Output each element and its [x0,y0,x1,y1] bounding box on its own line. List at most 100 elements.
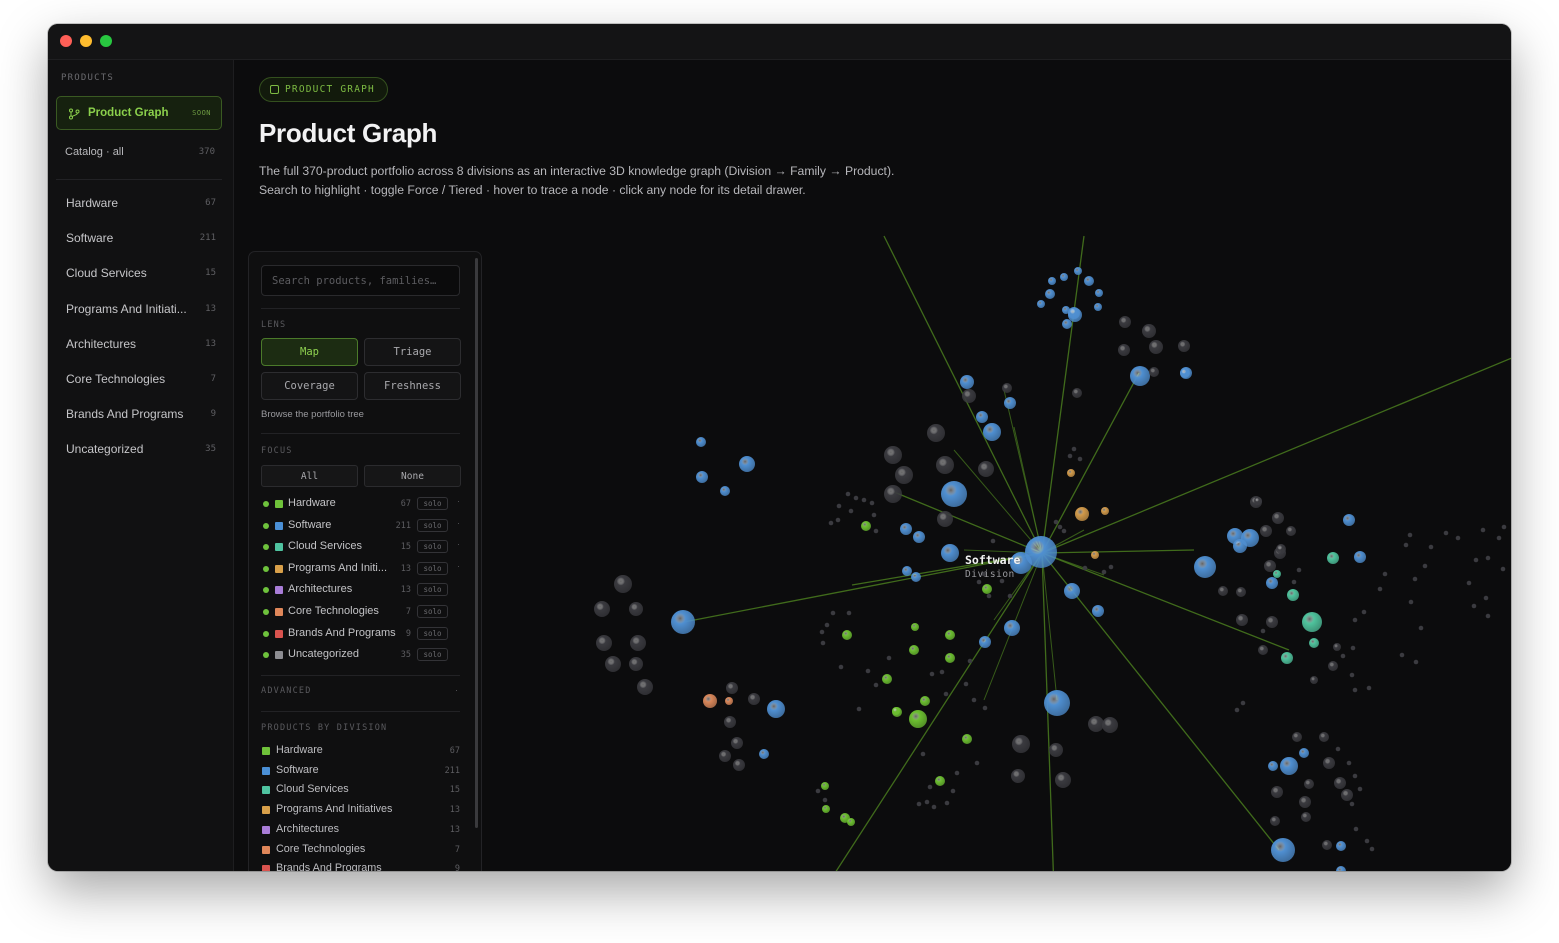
graph-leaf-node[interactable] [1496,535,1502,541]
graph-node[interactable] [1260,525,1272,537]
sidebar-item[interactable]: Hardware 67 [66,196,216,210]
graph-node[interactable] [1194,556,1216,578]
minimize-window-button[interactable] [80,35,92,47]
graph-node[interactable] [1264,560,1276,572]
graph-leaf-node[interactable] [1500,566,1506,572]
graph-node[interactable] [1281,652,1293,664]
focus-all-button[interactable]: All [261,465,358,487]
graph-leaf-node[interactable] [1101,569,1107,575]
graph-leaf-node[interactable] [950,788,956,794]
focus-row[interactable]: Software 211 solo · [261,517,461,535]
graph-leaf-node[interactable] [828,520,834,526]
graph-leaf-node[interactable] [939,669,945,675]
sidebar-item[interactable]: Architectures 13 [66,337,216,351]
graph-node[interactable] [1236,587,1246,597]
graph-leaf-node[interactable] [853,495,859,501]
graph-node[interactable] [1002,383,1012,393]
graph-node[interactable] [1178,340,1190,352]
graph-node[interactable] [1142,324,1156,338]
graph-node[interactable] [1334,777,1346,789]
graph-node[interactable] [1004,620,1020,636]
graph-node[interactable] [1060,273,1068,281]
graph-leaf-node[interactable] [1382,571,1388,577]
solo-button[interactable]: solo [417,497,448,510]
graph-leaf-node[interactable] [1366,685,1372,691]
solo-button[interactable]: solo [417,605,448,618]
graph-node[interactable] [941,544,959,562]
graph-leaf-node[interactable] [869,500,875,506]
graph-node[interactable] [1012,735,1030,753]
graph-leaf-node[interactable] [1422,563,1428,569]
graph-node[interactable] [976,411,988,423]
graph-leaf-node[interactable] [1071,446,1077,452]
lens-button[interactable]: Freshness [364,372,461,400]
graph-leaf-node[interactable] [815,788,821,794]
graph-node[interactable] [724,716,736,728]
graph-leaf-node[interactable] [986,593,992,599]
graph-node[interactable] [982,584,992,594]
sidebar-item[interactable]: Brands And Programs 9 [66,407,216,421]
graph-node[interactable] [909,645,919,655]
graph-leaf-node[interactable] [1057,524,1063,530]
graph-leaf-node[interactable] [1443,530,1449,536]
graph-leaf-node[interactable] [822,797,828,803]
graph-node[interactable] [1287,589,1299,601]
graph-node[interactable] [1233,539,1247,553]
graph-node[interactable] [1037,300,1045,308]
expand-chevron-icon[interactable]: · [457,518,460,528]
focus-row[interactable]: Cloud Services 15 solo · [261,538,461,556]
solo-button[interactable]: solo [417,583,448,597]
graph-node[interactable] [1118,344,1130,356]
graph-node[interactable] [630,635,646,651]
focus-row[interactable]: Uncategorized 35 solo [261,646,461,664]
graph-node[interactable] [911,623,919,631]
graph-leaf-node[interactable] [1108,564,1114,570]
graph-node[interactable] [937,511,953,527]
graph-leaf-node[interactable] [1408,599,1414,605]
lens-button[interactable]: Coverage [261,372,358,400]
lens-button[interactable]: Triage [364,338,461,366]
graph-node[interactable] [884,446,902,464]
graph-leaf-node[interactable] [1260,628,1266,634]
visible-toggle[interactable] [263,587,269,594]
focus-row[interactable]: Core Technologies 7 solo [261,603,461,621]
graph-leaf-node[interactable] [1399,652,1405,658]
graph-node[interactable] [1091,551,1099,559]
graph-node[interactable] [614,575,632,593]
graph-node[interactable] [1102,717,1118,733]
graph-leaf-node[interactable] [838,664,844,670]
graph-node[interactable] [1049,743,1063,757]
graph-leaf-node[interactable] [1053,519,1059,525]
graph-leaf-node[interactable] [865,668,871,674]
graph-node[interactable] [1044,690,1070,716]
graph-node[interactable] [1084,276,1094,286]
graph-leaf-node[interactable] [944,800,950,806]
graph-node[interactable] [1333,643,1341,651]
graph-leaf-node[interactable] [1296,567,1302,573]
graph-leaf-node[interactable] [1077,456,1083,462]
graph-node[interactable] [1299,796,1311,808]
graph-node[interactable] [725,697,733,705]
graph-node[interactable] [1301,812,1311,822]
graph-leaf-node[interactable] [1361,609,1367,615]
graph-node[interactable] [726,682,738,694]
graph-leaf-node[interactable] [1067,453,1073,459]
graph-leaf-node[interactable] [1335,746,1341,752]
graph-node[interactable] [1092,605,1104,617]
visible-toggle[interactable] [263,630,269,637]
graph-node[interactable] [1064,583,1080,599]
graph-leaf-node[interactable] [967,658,973,664]
graph-node[interactable] [1276,544,1286,554]
visible-toggle[interactable] [263,522,269,529]
graph-node[interactable] [1254,497,1262,505]
graph-node[interactable] [1072,388,1082,398]
graph-node[interactable] [696,437,706,447]
graph-node[interactable] [1271,786,1283,798]
graph-node[interactable] [1094,303,1102,311]
graph-node[interactable] [960,375,974,389]
graph-node[interactable] [1062,319,1072,329]
graph-node[interactable] [936,456,954,474]
sidebar-item[interactable]: Software 211 [66,231,216,245]
graph-leaf-node[interactable] [1061,528,1067,534]
sidebar-item[interactable]: Core Technologies 7 [66,372,216,386]
